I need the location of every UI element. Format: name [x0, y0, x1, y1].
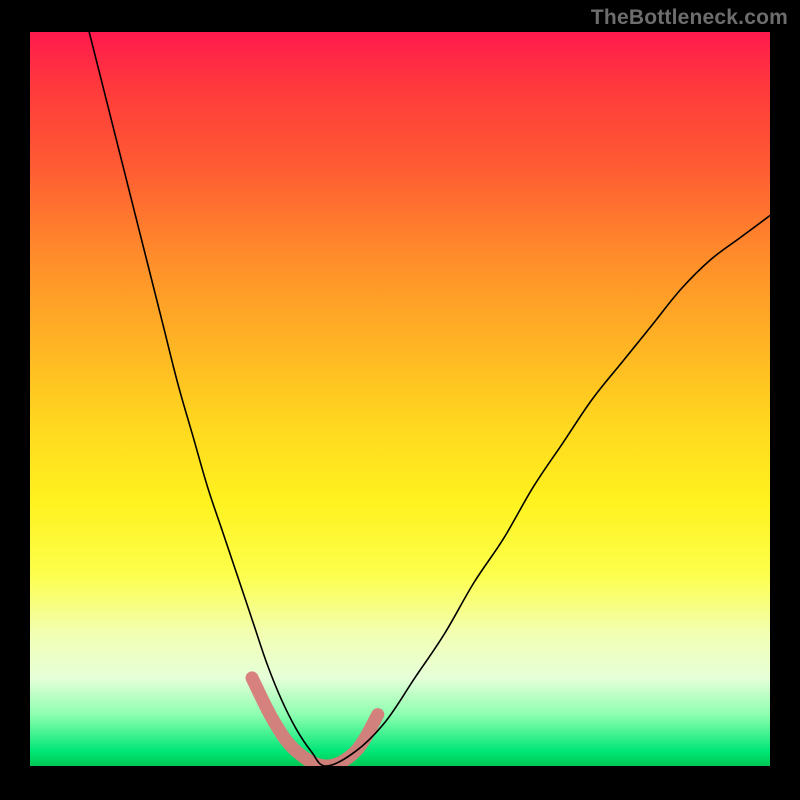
bottleneck-curve — [89, 32, 770, 766]
plot-area — [30, 32, 770, 766]
watermark-text: TheBottleneck.com — [591, 6, 788, 30]
highlight-band — [252, 678, 378, 766]
chart-svg — [30, 32, 770, 766]
chart-container: TheBottleneck.com — [0, 0, 800, 800]
